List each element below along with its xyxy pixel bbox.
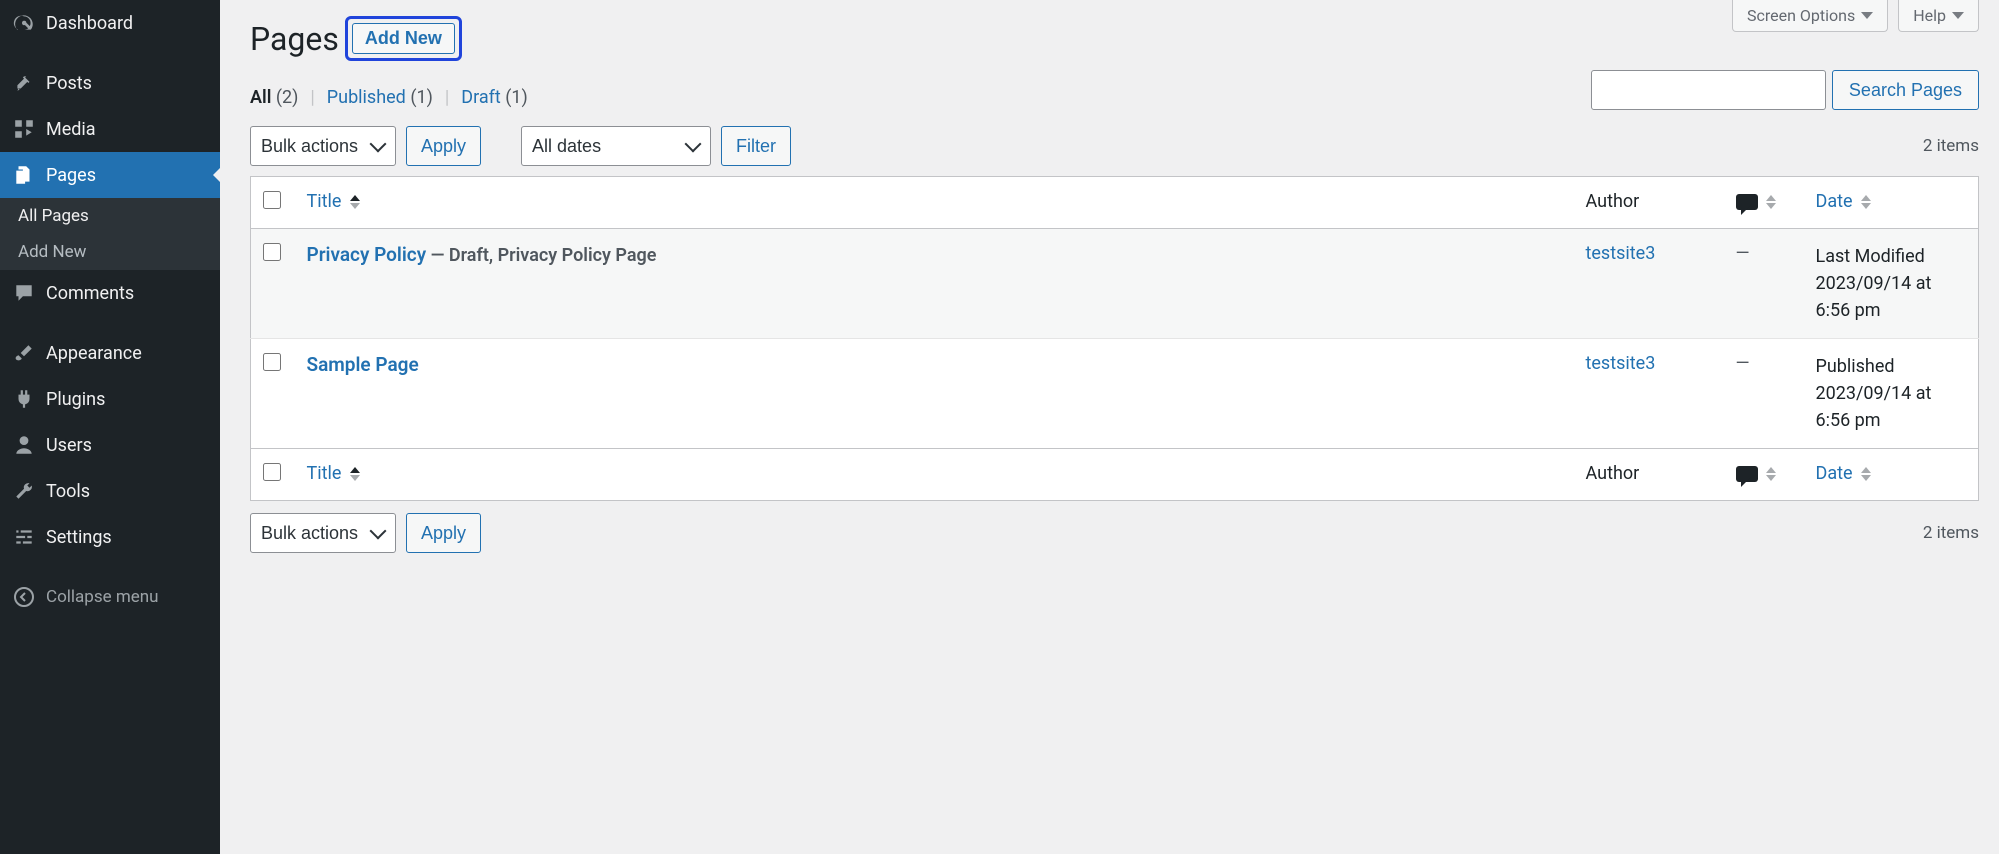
table-row: Sample Page testsite3 — Published 2023/0… <box>251 339 1979 449</box>
pages-submenu: All Pages Add New <box>0 198 220 270</box>
table-row: Privacy Policy — Draft, Privacy Policy P… <box>251 229 1979 339</box>
sidebar-item-label: Tools <box>46 481 90 502</box>
sidebar-item-label: Media <box>46 119 96 140</box>
row-author-link[interactable]: testsite3 <box>1586 243 1656 264</box>
col-comments-foot[interactable] <box>1724 449 1804 501</box>
comment-icon <box>12 281 36 305</box>
sidebar-item-dashboard[interactable]: Dashboard <box>0 0 220 46</box>
help-tab[interactable]: Help <box>1898 0 1979 32</box>
collapse-label: Collapse menu <box>46 587 159 607</box>
collapse-menu[interactable]: Collapse menu <box>0 574 220 620</box>
sidebar-item-tools[interactable]: Tools <box>0 468 220 514</box>
user-icon <box>12 433 36 457</box>
col-date[interactable]: Date <box>1804 177 1979 229</box>
page-title: Pages <box>250 20 339 58</box>
items-count-top: 2 items <box>1923 136 1979 156</box>
comment-icon <box>1736 466 1758 482</box>
add-new-button[interactable]: Add New <box>352 23 455 54</box>
apply-button-top[interactable]: Apply <box>406 126 481 166</box>
comment-icon <box>1736 194 1758 210</box>
row-checkbox[interactable] <box>263 353 281 371</box>
col-title-foot[interactable]: Title <box>295 449 1574 501</box>
filter-all[interactable]: All <box>250 87 271 108</box>
main-content: Screen Options Help Pages Add New Search… <box>220 0 1999 854</box>
sidebar-item-label: Dashboard <box>46 13 133 34</box>
sidebar-item-appearance[interactable]: Appearance <box>0 330 220 376</box>
sidebar-item-label: Settings <box>46 527 112 548</box>
row-title-link[interactable]: Privacy Policy <box>307 243 427 266</box>
sort-icon <box>1766 467 1776 481</box>
filter-published[interactable]: Published <box>327 87 406 108</box>
sidebar-item-label: Comments <box>46 283 134 304</box>
filter-button[interactable]: Filter <box>721 126 791 166</box>
row-title-link[interactable]: Sample Page <box>307 353 419 376</box>
sidebar-item-label: Plugins <box>46 389 105 410</box>
col-author-foot[interactable]: Author <box>1574 449 1724 501</box>
sidebar-item-label: Posts <box>46 73 92 94</box>
chevron-down-icon <box>1861 12 1873 19</box>
col-author[interactable]: Author <box>1574 177 1724 229</box>
sidebar-item-pages[interactable]: Pages <box>0 152 220 198</box>
row-checkbox[interactable] <box>263 243 281 261</box>
sidebar-item-posts[interactable]: Posts <box>0 60 220 106</box>
sort-icon <box>350 195 360 209</box>
search-pages-input[interactable] <box>1591 70 1826 110</box>
brush-icon <box>12 341 36 365</box>
row-comments: — <box>1724 339 1804 449</box>
screen-options-tab[interactable]: Screen Options <box>1732 0 1888 32</box>
row-comments: — <box>1724 229 1804 339</box>
select-all-top[interactable] <box>263 191 281 209</box>
media-icon <box>12 117 36 141</box>
row-date: Last Modified 2023/09/14 at 6:56 pm <box>1804 229 1979 339</box>
add-new-highlight: Add New <box>345 16 462 61</box>
sidebar-item-label: Pages <box>46 165 96 186</box>
sidebar-item-label: Appearance <box>46 343 142 364</box>
submenu-all-pages[interactable]: All Pages <box>0 198 220 234</box>
apply-button-bottom[interactable]: Apply <box>406 513 481 553</box>
sidebar-item-plugins[interactable]: Plugins <box>0 376 220 422</box>
sort-icon <box>350 467 360 481</box>
chevron-down-icon <box>1952 12 1964 19</box>
pages-icon <box>12 163 36 187</box>
col-comments[interactable] <box>1724 177 1804 229</box>
items-count-bottom: 2 items <box>1923 523 1979 543</box>
select-all-bottom[interactable] <box>263 463 281 481</box>
bulk-actions-select[interactable]: Bulk actions <box>250 126 396 166</box>
bulk-actions-select-bottom[interactable]: Bulk actions <box>250 513 396 553</box>
collapse-icon <box>12 585 36 609</box>
sidebar-item-settings[interactable]: Settings <box>0 514 220 560</box>
row-date: Published 2023/09/14 at 6:56 pm <box>1804 339 1979 449</box>
pin-icon <box>12 71 36 95</box>
sidebar-item-comments[interactable]: Comments <box>0 270 220 316</box>
admin-sidebar: Dashboard Posts Media Pages All Pages Ad… <box>0 0 220 854</box>
sort-icon <box>1766 195 1776 209</box>
sidebar-item-label: Users <box>46 435 92 456</box>
dashboard-icon <box>12 11 36 35</box>
sidebar-item-users[interactable]: Users <box>0 422 220 468</box>
plug-icon <box>12 387 36 411</box>
row-author-link[interactable]: testsite3 <box>1586 353 1656 374</box>
row-post-state: — Draft, Privacy Policy Page <box>426 245 656 266</box>
filter-draft[interactable]: Draft <box>461 87 501 108</box>
sliders-icon <box>12 525 36 549</box>
pages-table: Title Author Date <box>250 176 1979 501</box>
col-title[interactable]: Title <box>295 177 1574 229</box>
col-date-foot[interactable]: Date <box>1804 449 1979 501</box>
submenu-add-new[interactable]: Add New <box>0 234 220 270</box>
sort-icon <box>1861 467 1871 481</box>
sidebar-item-media[interactable]: Media <box>0 106 220 152</box>
date-filter-select[interactable]: All dates <box>521 126 711 166</box>
wrench-icon <box>12 479 36 503</box>
search-pages-button[interactable]: Search Pages <box>1832 70 1979 110</box>
sort-icon <box>1861 195 1871 209</box>
